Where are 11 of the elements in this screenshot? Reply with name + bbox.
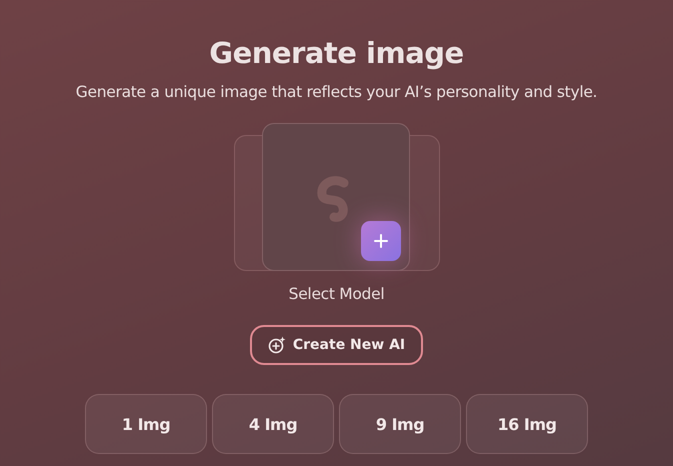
image-count-button[interactable]: 16 Img (466, 394, 588, 454)
image-count-button[interactable]: 4 Img (212, 394, 334, 454)
image-count-button[interactable]: 1 Img (85, 394, 207, 454)
image-count-button[interactable]: 9 Img (339, 394, 461, 454)
model-label: Select Model (288, 285, 384, 303)
create-ai-button[interactable]: Create New AI (250, 325, 424, 365)
plus-icon (374, 234, 388, 248)
add-button[interactable] (360, 221, 400, 261)
page-title: Generate image (209, 36, 464, 70)
add-sparkle-icon (268, 336, 286, 354)
page-subtitle: Generate a unique image that reflects your AI’s personality and style. (76, 83, 598, 101)
